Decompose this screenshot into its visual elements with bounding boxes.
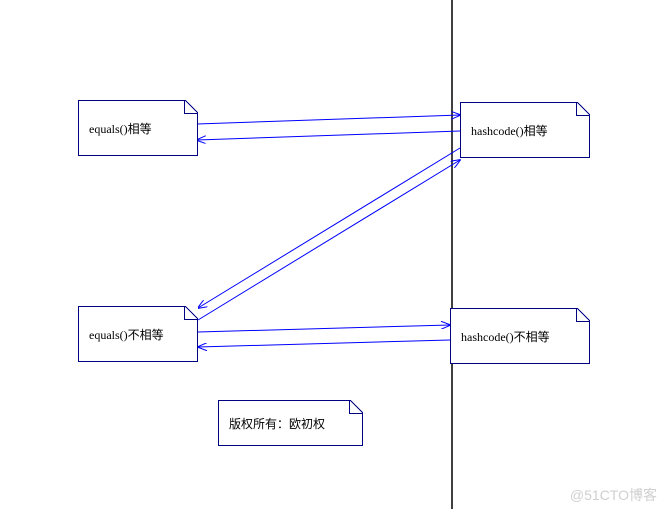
note-label: equals()相等 (89, 120, 152, 137)
note-equals-not-equal: equals()不相等 (78, 306, 198, 362)
dogear-icon (349, 400, 363, 414)
dogear-icon (576, 308, 590, 322)
diagram-canvas: equals()相等 hashcode()相等 equals()不相等 hash… (0, 0, 663, 509)
note-label: hashcode()相等 (471, 122, 548, 139)
dogear-icon (184, 306, 198, 320)
note-hashcode-not-equal: hashcode()不相等 (450, 308, 590, 364)
dogear-icon (576, 102, 590, 116)
note-label: hashcode()不相等 (461, 328, 550, 345)
note-equals-equal: equals()相等 (78, 100, 198, 156)
note-hashcode-equal: hashcode()相等 (460, 102, 590, 158)
note-label: 版权所有：欧初权 (229, 415, 325, 432)
watermark: @51CTO博客 (570, 485, 657, 505)
note-label: equals()不相等 (89, 326, 164, 343)
note-copyright: 版权所有：欧初权 (218, 400, 363, 446)
dogear-icon (184, 100, 198, 114)
